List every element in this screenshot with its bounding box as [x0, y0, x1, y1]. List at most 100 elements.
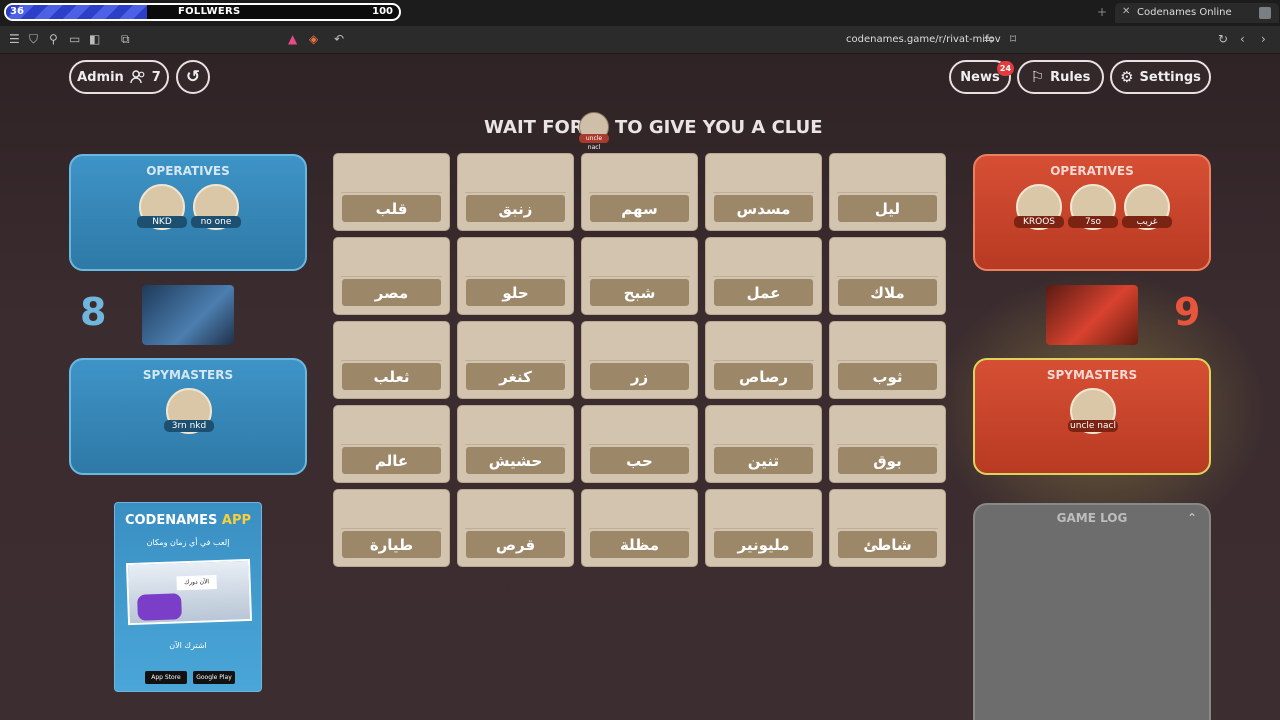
red-spymasters-panel[interactable]: SPYMASTERS uncle nacl: [973, 358, 1211, 475]
bookmark-icon[interactable]: ⌑: [1010, 32, 1016, 46]
blue-operatives-panel[interactable]: OPERATIVES NKD no one: [69, 154, 307, 271]
reset-button[interactable]: ↺: [176, 60, 210, 94]
word-card[interactable]: حلو: [457, 237, 574, 315]
word-card[interactable]: قرص: [457, 489, 574, 567]
news-label: News: [960, 69, 1000, 85]
word-card[interactable]: قلب: [333, 153, 450, 231]
card-top-area: [589, 161, 690, 193]
motorbike-icon: [137, 593, 182, 621]
admin-label: Admin: [77, 69, 124, 85]
forward-icon[interactable]: ›: [1261, 32, 1266, 46]
settings-label: Settings: [1139, 69, 1201, 85]
player-name: uncle nacl: [1068, 420, 1118, 432]
triangle-icon[interactable]: ▲: [288, 32, 297, 46]
card-top-area: [713, 245, 814, 277]
word-card[interactable]: كنغر: [457, 321, 574, 399]
word-card[interactable]: زنبق: [457, 153, 574, 231]
word-card[interactable]: ثعلب: [333, 321, 450, 399]
card-word: ليل: [838, 195, 937, 222]
shield-icon[interactable]: ⛉: [29, 32, 38, 46]
card-top-area: [341, 497, 442, 529]
app-store-button[interactable]: App Store: [145, 671, 187, 684]
game-log-panel[interactable]: GAME LOG ⌃: [973, 503, 1211, 720]
card-word: مسدس: [714, 195, 813, 222]
browser-toolbar: ☰ ⛉ ⚲ ▭ ◧ ⧉ ▲ ◈ ↶ codenames.game/r/rivat…: [0, 26, 1280, 54]
card-word: بوق: [838, 447, 937, 474]
player-kroos[interactable]: KROOS: [1014, 184, 1064, 234]
card-top-area: [341, 413, 442, 445]
address-bar[interactable]: codenames.game/r/rivat-mifov: [846, 34, 1001, 45]
word-card[interactable]: شاطئ: [829, 489, 946, 567]
word-card[interactable]: مصر: [333, 237, 450, 315]
game-log-title: GAME LOG: [1056, 511, 1128, 525]
word-card[interactable]: حب: [581, 405, 698, 483]
red-operatives-panel[interactable]: OPERATIVES KROOS 7so غريب: [973, 154, 1211, 271]
close-icon[interactable]: ✕: [1122, 6, 1130, 17]
rules-label: Rules: [1050, 69, 1091, 85]
player-name: 7so: [1068, 216, 1118, 228]
translate-icon[interactable]: ⇋: [984, 32, 994, 46]
word-card[interactable]: زر: [581, 321, 698, 399]
word-card[interactable]: حشيش: [457, 405, 574, 483]
settings-button[interactable]: ⚙ Settings: [1110, 60, 1211, 94]
word-card[interactable]: تنين: [705, 405, 822, 483]
player-7so[interactable]: 7so: [1068, 184, 1118, 234]
news-count-badge: 24: [997, 61, 1014, 76]
reload-icon[interactable]: ↻: [1218, 32, 1228, 46]
admin-button[interactable]: Admin 7: [69, 60, 169, 94]
back-icon[interactable]: ‹: [1240, 32, 1245, 46]
screenshot-icon[interactable]: ⧉: [121, 32, 130, 46]
card-word: عمل: [714, 279, 813, 306]
blue-spymasters-panel[interactable]: SPYMASTERS 3rn nkd: [69, 358, 307, 475]
gear-icon: ⚙: [1120, 68, 1134, 86]
player-name: no one: [191, 216, 241, 228]
player-gharib[interactable]: غريب: [1122, 184, 1172, 234]
chevron-up-icon[interactable]: ⌃: [1187, 511, 1197, 525]
word-card[interactable]: ملاك: [829, 237, 946, 315]
app-title-accent: APP: [221, 513, 252, 528]
card-word: قلب: [342, 195, 441, 222]
word-card[interactable]: شبح: [581, 237, 698, 315]
word-card[interactable]: مظلة: [581, 489, 698, 567]
player-3rn-nkd[interactable]: 3rn nkd: [164, 388, 214, 438]
card-top-area: [837, 329, 938, 361]
app-promo-cta[interactable]: اشترك الآن: [115, 641, 261, 650]
blue-agent-card: [142, 285, 234, 345]
rules-button[interactable]: ⚐ Rules: [1017, 60, 1104, 94]
card-top-area: [589, 413, 690, 445]
word-card[interactable]: ثوب: [829, 321, 946, 399]
player-nkd[interactable]: NKD: [137, 184, 187, 234]
word-card[interactable]: سهم: [581, 153, 698, 231]
word-card[interactable]: بوق: [829, 405, 946, 483]
card-word: طيارة: [342, 531, 441, 558]
new-tab-icon[interactable]: +: [1097, 5, 1107, 19]
player-uncle-nacl[interactable]: uncle nacl: [1068, 388, 1118, 438]
profile-icon[interactable]: [1259, 7, 1271, 19]
card-word: شاطئ: [838, 531, 937, 558]
clue-prompt-left: WAIT FOR: [484, 117, 584, 138]
word-card[interactable]: مسدس: [705, 153, 822, 231]
pin-icon[interactable]: ⚲: [49, 32, 58, 46]
browser-tab[interactable]: ✕ Codenames Online: [1115, 3, 1279, 23]
follower-progress-bar: 36 FOLLWERS 100: [4, 3, 401, 21]
google-play-button[interactable]: Google Play: [193, 671, 235, 684]
brave-icon[interactable]: ◈: [309, 32, 318, 46]
word-card[interactable]: مليونير: [705, 489, 822, 567]
app-promo-title: CODENAMES APP: [115, 513, 261, 528]
card-word: تنين: [714, 447, 813, 474]
window-icon[interactable]: ▭: [69, 32, 80, 46]
sidebar-icon[interactable]: ◧: [89, 32, 100, 46]
share-icon[interactable]: ↶: [334, 32, 344, 46]
word-card[interactable]: عالم: [333, 405, 450, 483]
word-card[interactable]: رصاص: [705, 321, 822, 399]
menu-icon[interactable]: ☰: [9, 32, 20, 46]
word-card[interactable]: طيارة: [333, 489, 450, 567]
app-promo-banner[interactable]: CODENAMES APP إلعب في أي زمان ومكان الآن…: [114, 502, 262, 692]
word-card[interactable]: عمل: [705, 237, 822, 315]
card-word: قرص: [466, 531, 565, 558]
player-no-one[interactable]: no one: [191, 184, 241, 234]
card-top-area: [713, 413, 814, 445]
card-top-area: [713, 497, 814, 529]
word-card[interactable]: ليل: [829, 153, 946, 231]
player-name: غريب: [1122, 216, 1172, 228]
